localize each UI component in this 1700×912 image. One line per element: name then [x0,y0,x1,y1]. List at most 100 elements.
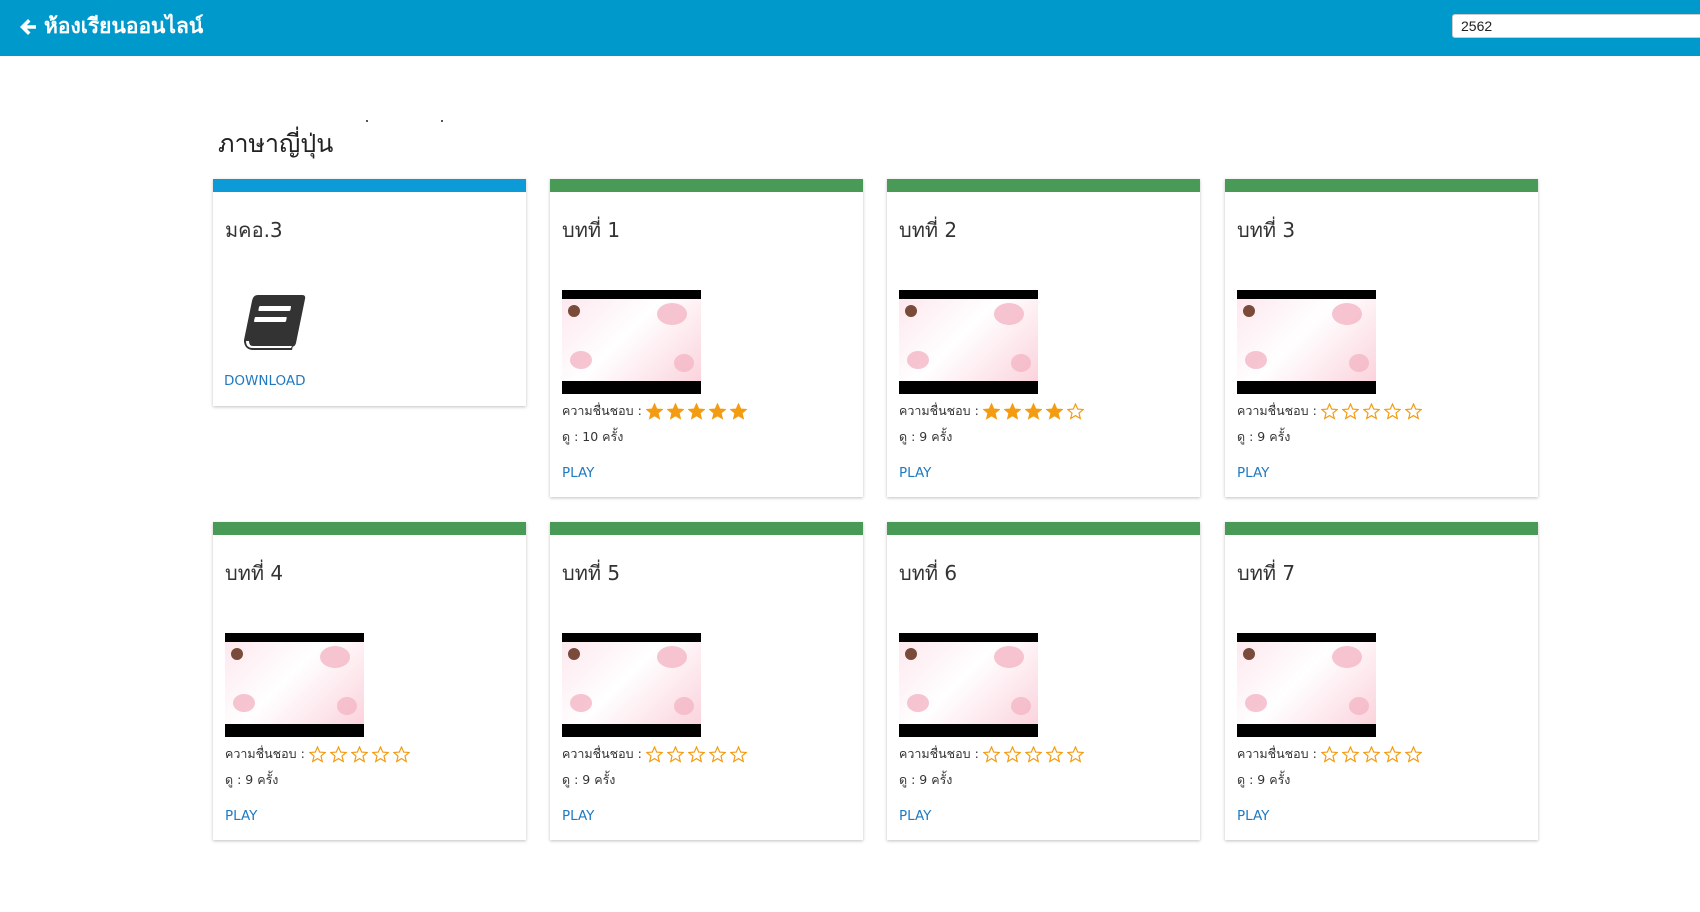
play-link[interactable]: PLAY [1237,808,1269,824]
video-thumbnail[interactable] [1237,290,1376,394]
lesson-title: บทที่ 5 [562,561,621,585]
thumbnail-image [899,299,1038,381]
thumbnail-image [1237,299,1376,381]
card-header-bar [1225,179,1538,192]
likes-row: ความชื่นชอบ : [899,744,1084,764]
likes-label: ความชื่นชอบ : [225,746,305,761]
play-link[interactable]: PLAY [899,465,931,481]
video-thumbnail[interactable] [562,633,701,737]
star-empty-icon[interactable] [371,745,389,763]
document-card: มคอ.3 DOWNLOAD [213,179,526,406]
star-empty-icon[interactable] [1404,402,1422,420]
lesson-card: บทที่ 5 ความชื่นชอบ : ดู : 9 ครั้ง PLAY [550,522,863,840]
star-filled-icon[interactable] [645,402,663,420]
year-select[interactable]: 2562 [1452,14,1700,38]
star-rating[interactable] [308,745,410,763]
lesson-title: บทที่ 4 [225,561,284,585]
lesson-card: บทที่ 4 ความชื่นชอบ : ดู : 9 ครั้ง PLAY [213,522,526,840]
star-empty-icon[interactable] [392,745,410,763]
card-header-bar [550,179,863,192]
star-empty-icon[interactable] [329,745,347,763]
play-link[interactable]: PLAY [899,808,931,824]
book-icon[interactable] [240,293,308,355]
star-empty-icon[interactable] [1362,402,1380,420]
star-empty-icon[interactable] [1320,745,1338,763]
star-empty-icon[interactable] [645,745,663,763]
star-filled-icon[interactable] [982,402,1000,420]
star-empty-icon[interactable] [1383,402,1401,420]
star-empty-icon[interactable] [1003,745,1021,763]
card-header-bar [213,179,526,192]
star-empty-icon[interactable] [1045,745,1063,763]
star-rating[interactable] [1320,745,1422,763]
star-empty-icon[interactable] [1404,745,1422,763]
view-count: ดู : 9 ครั้ง [899,429,953,444]
star-empty-icon[interactable] [687,745,705,763]
star-empty-icon[interactable] [1341,745,1359,763]
lesson-title: บทที่ 1 [562,218,621,242]
star-empty-icon[interactable] [708,745,726,763]
star-rating[interactable] [645,745,747,763]
star-filled-icon[interactable] [666,402,684,420]
star-rating[interactable] [982,402,1084,420]
star-empty-icon[interactable] [1024,745,1042,763]
lesson-card: บทที่ 2 ความชื่นชอบ : ดู : 9 ครั้ง PLAY [887,179,1200,497]
card-header-bar [887,522,1200,535]
star-filled-icon[interactable] [708,402,726,420]
video-thumbnail[interactable] [225,633,364,737]
view-count: ดู : 9 ครั้ง [562,772,616,787]
lesson-card: บทที่ 3 ความชื่นชอบ : ดู : 9 ครั้ง PLAY [1225,179,1538,497]
card-header-bar [1225,522,1538,535]
lesson-card: บทที่ 6 ความชื่นชอบ : ดู : 9 ครั้ง PLAY [887,522,1200,840]
video-thumbnail[interactable] [899,290,1038,394]
star-empty-icon[interactable] [1362,745,1380,763]
star-filled-icon[interactable] [1003,402,1021,420]
lesson-title: บทที่ 3 [1237,218,1296,242]
play-link[interactable]: PLAY [562,808,594,824]
view-count: ดู : 9 ครั้ง [1237,772,1291,787]
star-rating[interactable] [1320,402,1422,420]
card-header-bar [887,179,1200,192]
thumbnail-image [1237,642,1376,724]
play-link[interactable]: PLAY [562,465,594,481]
likes-label: ความชื่นชอบ : [899,746,979,761]
star-empty-icon[interactable] [1383,745,1401,763]
thumbnail-image [899,642,1038,724]
decorative-dot [366,120,368,122]
video-thumbnail[interactable] [562,290,701,394]
star-empty-icon[interactable] [308,745,326,763]
likes-label: ความชื่นชอบ : [899,403,979,418]
card-title: มคอ.3 [225,218,283,242]
lesson-card: บทที่ 7 ความชื่นชอบ : ดู : 9 ครั้ง PLAY [1225,522,1538,840]
star-empty-icon[interactable] [729,745,747,763]
subject-title: ภาษาญี่ปุ่น [218,129,334,158]
star-empty-icon[interactable] [1066,745,1084,763]
star-rating[interactable] [645,402,747,420]
lesson-title: บทที่ 2 [899,218,958,242]
star-empty-icon[interactable] [666,745,684,763]
likes-row: ความชื่นชอบ : [562,401,747,421]
play-link[interactable]: PLAY [225,808,257,824]
star-empty-icon[interactable] [350,745,368,763]
lesson-card: บทที่ 1 ความชื่นชอบ : ดู : 10 ครั้ง PLAY [550,179,863,497]
thumbnail-image [225,642,364,724]
back-button[interactable]: ห้องเรียนออนไลน์ [18,10,203,43]
likes-label: ความชื่นชอบ : [562,746,642,761]
star-filled-icon[interactable] [1045,402,1063,420]
star-filled-icon[interactable] [729,402,747,420]
star-empty-icon[interactable] [1341,402,1359,420]
video-thumbnail[interactable] [899,633,1038,737]
lesson-title: บทที่ 7 [1237,561,1296,585]
star-empty-icon[interactable] [982,745,1000,763]
video-thumbnail[interactable] [1237,633,1376,737]
app-title: ห้องเรียนออนไลน์ [44,14,204,38]
star-empty-icon[interactable] [1066,402,1084,420]
likes-label: ความชื่นชอบ : [1237,403,1317,418]
star-empty-icon[interactable] [1320,402,1338,420]
star-filled-icon[interactable] [1024,402,1042,420]
star-filled-icon[interactable] [687,402,705,420]
play-link[interactable]: PLAY [1237,465,1269,481]
star-rating[interactable] [982,745,1084,763]
download-link[interactable]: DOWNLOAD [224,373,306,389]
view-count: ดู : 9 ครั้ง [225,772,279,787]
